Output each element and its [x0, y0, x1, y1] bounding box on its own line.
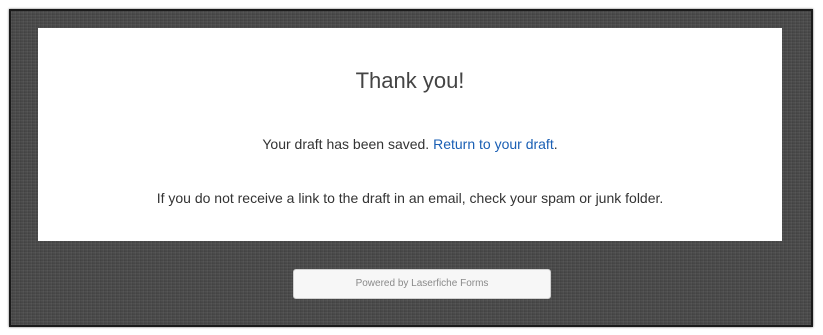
spam-notice: If you do not receive a link to the draf…: [156, 190, 664, 206]
powered-by-badge[interactable]: Powered by Laserfiche Forms: [293, 269, 551, 299]
page-frame: Thank you! Your draft has been saved. Re…: [9, 9, 813, 327]
return-to-draft-link[interactable]: Return to your draft: [433, 136, 554, 152]
draft-saved-message: Your draft has been saved. Return to you…: [38, 136, 782, 152]
sentence-period: .: [553, 136, 558, 152]
page-title: Thank you!: [355, 68, 465, 93]
confirmation-card: Thank you! Your draft has been saved. Re…: [38, 28, 782, 241]
draft-saved-text: Your draft has been saved.: [262, 136, 430, 152]
